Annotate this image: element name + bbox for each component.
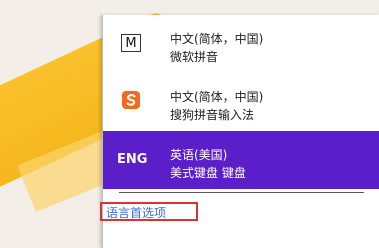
ime-name-label: 美式键盘 键盘 (170, 166, 246, 180)
microsoft-pinyin-icon: M (121, 34, 141, 52)
ime-language-label: 英语(美国) (170, 148, 228, 162)
ime-language-label: 中文(简体，中国) (170, 90, 264, 104)
menu-divider (119, 192, 364, 193)
ime-name-label: 搜狗拼音输入法 (170, 108, 255, 122)
ime-item-microsoft-pinyin[interactable]: M 中文(简体，中国) 微软拼音 (103, 15, 379, 73)
red-highlight-box (100, 202, 198, 221)
ime-item-english-us[interactable]: ENG 英语(美国) 美式键盘 键盘 (103, 131, 379, 189)
ime-item-sogou-pinyin[interactable]: 中文(简体，中国) 搜狗拼音输入法 (103, 73, 379, 131)
sogou-logo-icon (121, 90, 141, 110)
ime-language-label: 中文(简体，中国) (170, 32, 264, 46)
ime-name-label: 微软拼音 (170, 50, 219, 64)
eng-indicator: ENG (117, 151, 148, 167)
